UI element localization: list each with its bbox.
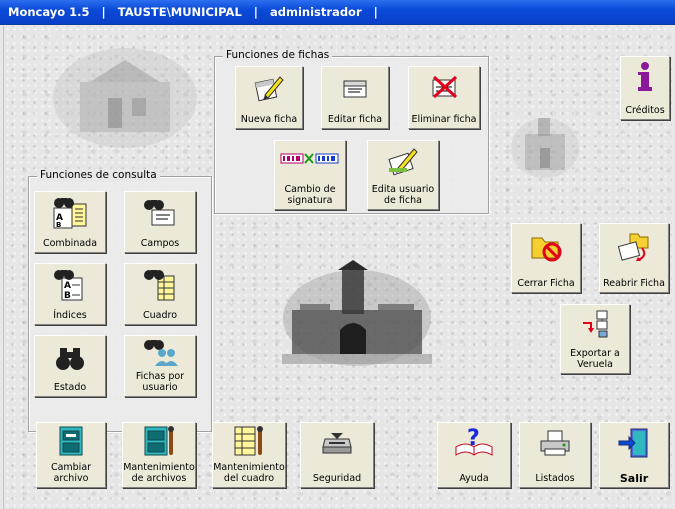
- delete-card-icon: [432, 75, 458, 99]
- exit-door-icon: [618, 428, 648, 458]
- binoculars-index-icon: A B: [54, 270, 83, 301]
- combinada-label: Combinada: [42, 238, 98, 249]
- editar-ficha-label: Editar ficha: [327, 114, 383, 125]
- indices-label: Índices: [53, 310, 87, 321]
- listados-label: Listados: [535, 473, 575, 484]
- swap-signature-icon: [280, 153, 339, 164]
- mantenimiento-cuadro-label: Mantenimiento del cuadro: [213, 462, 285, 484]
- creditos-label: Créditos: [625, 105, 665, 116]
- reabrir-ficha-label: Reabrir Ficha: [603, 278, 665, 289]
- salir-label: Salir: [619, 472, 649, 485]
- disk-drive-icon: [322, 433, 352, 454]
- cambiar-archivo-button[interactable]: Cambiar archivo: [36, 422, 106, 488]
- listados-button[interactable]: Listados: [519, 422, 591, 488]
- main-canvas: Funciones de fichas Nueva ficha Editar f…: [3, 26, 672, 509]
- card-edit-icon: [343, 80, 367, 98]
- reabrir-ficha-button[interactable]: Reabrir Ficha: [599, 223, 669, 293]
- svg-text:B: B: [64, 291, 71, 301]
- cambio-signatura-button[interactable]: Cambio de signatura: [274, 140, 346, 210]
- seguridad-label: Seguridad: [312, 473, 362, 484]
- indices-button[interactable]: A B Índices: [34, 263, 106, 325]
- nueva-ficha-button[interactable]: Nueva ficha: [235, 66, 303, 129]
- reopen-folder-icon: [617, 233, 649, 261]
- cambiar-archivo-label: Cambiar archivo: [50, 462, 92, 484]
- eliminar-ficha-label: Eliminar ficha: [411, 114, 477, 125]
- svg-text:?: ?: [467, 426, 480, 451]
- pencil-edit-icon: [254, 76, 284, 102]
- campos-button[interactable]: Campos: [124, 191, 196, 253]
- mantenimiento-archivos-button[interactable]: Mantenimiento de archivos: [122, 422, 196, 488]
- binoculars-documents-icon: A B: [53, 198, 87, 229]
- salir-button[interactable]: Salir: [599, 422, 669, 488]
- info-icon: [638, 62, 652, 91]
- svg-text:B: B: [56, 221, 61, 229]
- archive-wrench-icon: [144, 426, 174, 456]
- binoculars-table-icon: [144, 270, 175, 301]
- exportar-veruela-label: Exportar a Veruela: [570, 348, 620, 370]
- binoculars-users-icon: [144, 340, 178, 366]
- faded-building-photo-top-left: [53, 48, 197, 148]
- estado-label: Estado: [53, 382, 87, 393]
- fichas-por-usuario-label: Fichas por usuario: [135, 371, 185, 393]
- eliminar-ficha-button[interactable]: Eliminar ficha: [408, 66, 480, 129]
- help-book-icon: ?: [455, 426, 493, 456]
- edita-usuario-ficha-label: Edita usuario de ficha: [371, 184, 435, 206]
- gateway-photo-center: [282, 260, 432, 366]
- close-folder-icon: [531, 237, 562, 262]
- cambio-signatura-label: Cambio de signatura: [284, 184, 336, 206]
- edit-user-card-icon: [388, 148, 418, 176]
- archive-cabinet-icon: [59, 426, 83, 456]
- ayuda-button[interactable]: ? Ayuda: [437, 422, 511, 488]
- seguridad-button[interactable]: Seguridad: [300, 422, 374, 488]
- editar-ficha-button[interactable]: Editar ficha: [321, 66, 389, 129]
- binoculars-card-icon: [144, 200, 175, 226]
- consulta-panel-title: Funciones de consulta: [37, 169, 160, 182]
- estado-button[interactable]: Estado: [34, 335, 106, 397]
- printer-icon: [540, 430, 570, 456]
- cerrar-ficha-button[interactable]: Cerrar Ficha: [511, 223, 581, 293]
- mantenimiento-archivos-label: Mantenimiento de archivos: [123, 462, 195, 484]
- svg-text:A: A: [64, 281, 71, 291]
- nueva-ficha-label: Nueva ficha: [240, 114, 298, 125]
- table-wrench-icon: [234, 426, 263, 456]
- binoculars-icon: [56, 348, 84, 370]
- exportar-veruela-button[interactable]: Exportar a Veruela: [560, 304, 630, 374]
- edita-usuario-ficha-button[interactable]: Edita usuario de ficha: [367, 140, 439, 210]
- mantenimiento-cuadro-button[interactable]: Mantenimiento del cuadro: [212, 422, 286, 488]
- ayuda-label: Ayuda: [459, 473, 489, 484]
- fichas-panel-title: Funciones de fichas: [223, 49, 333, 62]
- creditos-button[interactable]: Créditos: [620, 56, 670, 120]
- cuadro-label: Cuadro: [142, 310, 177, 321]
- cerrar-ficha-label: Cerrar Ficha: [517, 278, 575, 289]
- faded-church-photo-right: [511, 118, 579, 178]
- combinada-button[interactable]: A B Combinada: [34, 191, 106, 253]
- fichas-por-usuario-button[interactable]: Fichas por usuario: [124, 335, 196, 397]
- window-title-bar: Moncayo 1.5 | TAUSTE\MUNICIPAL | adminis…: [0, 0, 675, 25]
- cuadro-button[interactable]: Cuadro: [124, 263, 196, 325]
- campos-label: Campos: [140, 238, 180, 249]
- export-network-icon: [583, 310, 608, 338]
